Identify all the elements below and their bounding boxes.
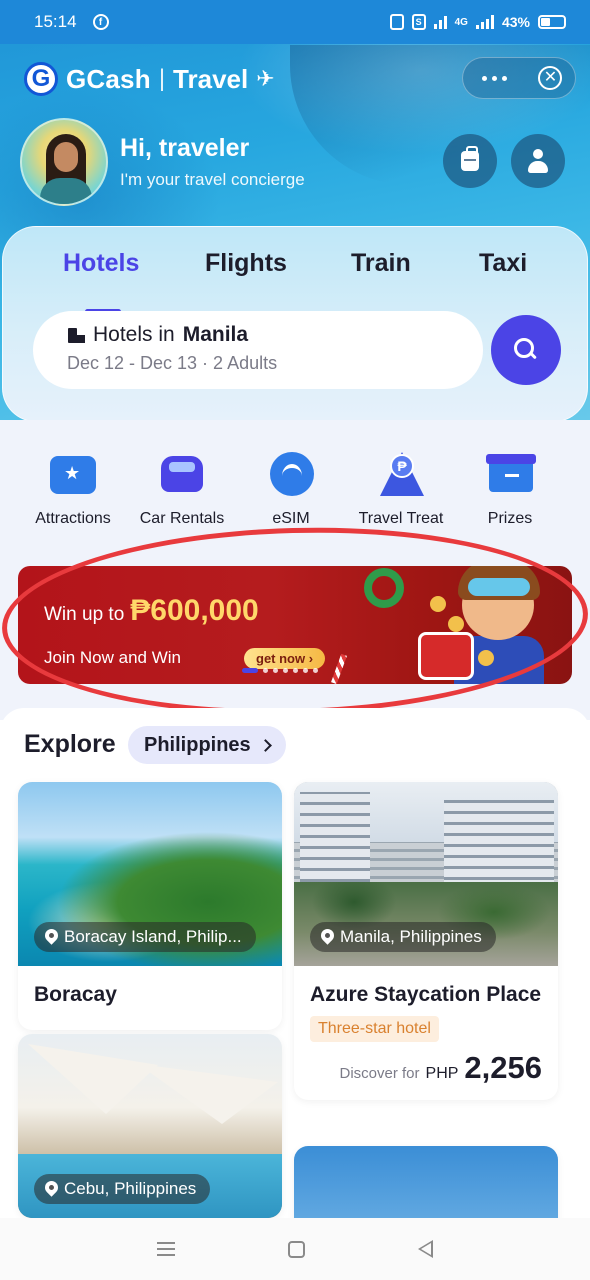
coin-icon: ₱ <box>376 448 426 496</box>
quick-action-label: eSIM <box>272 510 310 527</box>
search-prefix: Hotels in <box>93 323 175 346</box>
wifi-icon <box>266 448 316 496</box>
search-city: Manila <box>182 323 249 346</box>
brand-separator: | <box>158 65 166 92</box>
search-icon <box>514 338 538 362</box>
location-pin-icon <box>318 926 337 945</box>
price-row: Discover for PHP 2,256 <box>294 1042 558 1100</box>
search-card: Hotels Flights Train Taxi Hotels in Mani… <box>2 226 588 422</box>
quick-action-attractions[interactable]: Attractions <box>18 448 128 528</box>
hotel-class-badge: Three-star hotel <box>310 1016 439 1043</box>
greeting-title: Hi, traveler <box>120 134 250 162</box>
location-pin-icon <box>42 926 61 945</box>
explore-title: Explore <box>24 730 116 758</box>
booking-tabs: Hotels Flights Train Taxi <box>3 249 589 314</box>
search-button[interactable] <box>491 315 561 385</box>
price-prefix: Discover for <box>339 1065 420 1083</box>
gcash-logo-icon: G <box>24 62 58 96</box>
facebook-icon: f <box>92 14 109 30</box>
more-options-button[interactable] <box>463 57 526 99</box>
battery-icon <box>538 15 566 29</box>
tab-hotels[interactable]: Hotels <box>63 249 139 278</box>
card-title: Azure Staycation Place <box>310 983 542 1006</box>
country-selector[interactable]: Philippines <box>128 726 286 764</box>
destination-image: Boracay Island, Philip... <box>18 782 282 966</box>
quick-action-label: Attractions <box>35 510 111 527</box>
system-nav-bar <box>0 1218 590 1280</box>
recent-apps-icon[interactable] <box>156 1242 175 1256</box>
trips-button[interactable] <box>443 134 497 188</box>
location-pill: Cebu, Philippines <box>34 1174 211 1204</box>
quick-action-travel-treat[interactable]: ₱ Travel Treat <box>346 448 456 528</box>
vibrate-icon <box>389 14 404 30</box>
country-label: Philippines <box>144 733 251 756</box>
greeting-subtitle: I'm your travel concierge <box>120 170 305 189</box>
brand-header: G GCash | Travel ✈ <box>24 62 275 96</box>
status-bar: 15:14 f S 4G 43% <box>0 0 590 44</box>
miniapp-capsule: ✕ <box>462 57 576 99</box>
shield-icon: S <box>411 14 426 30</box>
tab-taxi[interactable]: Taxi <box>479 249 527 278</box>
product-name: Travel <box>173 63 249 94</box>
close-icon: ✕ <box>538 66 563 90</box>
location-pin-icon <box>42 1178 61 1197</box>
gift-box-icon <box>485 448 536 496</box>
quick-action-esim[interactable]: eSIM <box>236 448 346 528</box>
quick-action-prizes[interactable]: Prizes <box>455 448 565 528</box>
hotel-card-azure[interactable]: Manila, Philippines Azure Staycation Pla… <box>294 782 558 1101</box>
location-text: Manila, Philippines <box>340 927 482 946</box>
search-details: Dec 12 - Dec 13 · 2 Adults <box>67 353 278 373</box>
quick-action-car-rentals[interactable]: Car Rentals <box>127 448 237 528</box>
hotel-icon <box>67 326 85 344</box>
clock: 15:14 <box>34 12 77 31</box>
tab-flights[interactable]: Flights <box>205 249 287 278</box>
destination-image: Cebu, Philippines <box>18 1034 282 1218</box>
location-pill: Boracay Island, Philip... <box>34 922 256 952</box>
location-pill: Manila, Philippines <box>310 922 496 952</box>
destination-card-boracay[interactable]: Boracay Island, Philip... Boracay <box>18 782 282 1031</box>
chevron-right-icon <box>258 738 272 752</box>
location-text: Boracay Island, Philip... <box>64 927 242 946</box>
price-currency: PHP <box>425 1065 459 1083</box>
wifi-signal-icon <box>433 15 447 29</box>
quick-action-label: Prizes <box>487 510 533 527</box>
home-icon[interactable] <box>287 1240 305 1258</box>
cell-signal-icon <box>475 15 494 29</box>
destination-card-cebu[interactable]: Cebu, Philippines <box>18 1034 282 1218</box>
price-value: 2,256 <box>464 1050 542 1086</box>
user-icon <box>527 149 549 173</box>
hotel-search-field[interactable]: Hotels in Manila Dec 12 - Dec 13 · 2 Adu… <box>33 311 483 389</box>
card-title: Boracay <box>34 983 117 1006</box>
plane-icon: ✈ <box>256 66 275 91</box>
profile-button[interactable] <box>511 134 565 188</box>
car-icon <box>157 448 207 496</box>
tab-train[interactable]: Train <box>351 249 411 278</box>
brand-name: GCash <box>66 63 151 94</box>
hotel-image: Manila, Philippines <box>294 782 558 966</box>
quick-action-label: Travel Treat <box>358 510 444 527</box>
quick-action-label: Car Rentals <box>139 510 225 527</box>
luggage-icon <box>461 146 479 171</box>
avatar[interactable] <box>20 118 108 206</box>
location-text: Cebu, Philippines <box>64 1179 197 1198</box>
battery-percent: 43% <box>501 14 530 30</box>
ticket-icon <box>48 448 98 496</box>
network-label: 4G <box>454 16 468 28</box>
close-button[interactable]: ✕ <box>526 57 575 99</box>
back-icon[interactable] <box>418 1240 434 1258</box>
